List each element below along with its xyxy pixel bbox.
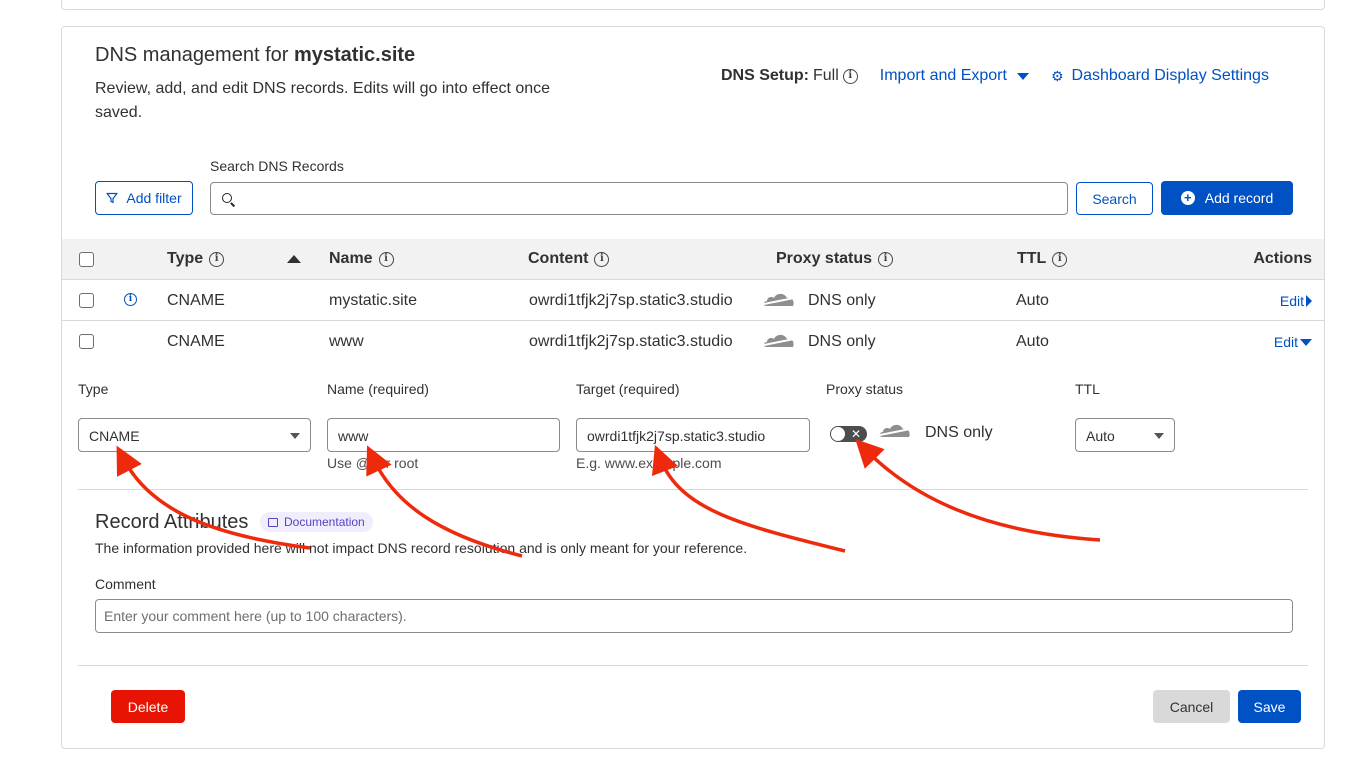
column-content[interactable]: Content i: [528, 250, 610, 268]
target-label: Target (required): [576, 381, 680, 397]
type-label: Type: [78, 381, 109, 397]
name-label: Name (required): [327, 381, 429, 397]
sort-ascending-icon[interactable]: [287, 255, 301, 263]
dns-only-cloud-icon: [763, 293, 795, 306]
chevron-down-icon: [290, 433, 300, 439]
column-proxy-status[interactable]: Proxy status i: [776, 250, 894, 268]
page-title: DNS management for mystatic.site: [95, 44, 416, 66]
info-icon[interactable]: i: [124, 293, 137, 306]
dns-only-cloud-icon: [879, 424, 911, 437]
dns-setup-status: DNS Setup: Full i: [721, 67, 858, 85]
column-name[interactable]: Name i: [329, 250, 394, 268]
dns-management-card: DNS management for mystatic.site Review,…: [61, 26, 1325, 749]
table-row[interactable]: CNAME www owrdi1tfjk2j7sp.static3.studio…: [62, 321, 1324, 362]
row-name: mystatic.site: [329, 292, 418, 309]
info-icon[interactable]: i: [842, 68, 858, 84]
record-attributes-description: The information provided here will not i…: [95, 540, 748, 556]
info-icon[interactable]: i: [1052, 251, 1068, 267]
record-attributes-title: Record Attributes: [95, 511, 249, 533]
chevron-down-icon: [1300, 338, 1312, 346]
import-export-dropdown[interactable]: Import and Export: [880, 67, 1029, 85]
row-proxy-status: DNS only: [808, 292, 876, 309]
dns-only-cloud-icon: [763, 334, 795, 347]
gear-icon: ⚙: [1050, 67, 1064, 84]
row-content: owrdi1tfjk2j7sp.static3.studio: [529, 292, 733, 309]
target-input[interactable]: owrdi1tfjk2j7sp.static3.studio: [576, 418, 810, 452]
delete-button[interactable]: Delete: [111, 690, 185, 723]
row-ttl: Auto: [1016, 333, 1049, 350]
search-dns-records-input[interactable]: [210, 182, 1068, 215]
chevron-down-icon: [1154, 433, 1164, 439]
name-input[interactable]: www: [327, 418, 560, 452]
row-name: www: [329, 333, 364, 350]
table-header: Type i Name i Content i Proxy status i T…: [62, 239, 1324, 280]
edit-record-button[interactable]: Edit: [1280, 293, 1312, 309]
previous-card: [61, 0, 1325, 10]
search-label: Search DNS Records: [210, 158, 344, 174]
ttl-label: TTL: [1075, 381, 1100, 397]
save-button[interactable]: Save: [1238, 690, 1301, 723]
info-icon[interactable]: i: [378, 251, 394, 267]
edit-record-button[interactable]: Edit: [1274, 334, 1312, 350]
select-all-checkbox[interactable]: [79, 252, 94, 267]
search-button[interactable]: Search: [1076, 182, 1153, 215]
filter-icon: [106, 192, 118, 204]
row-checkbox[interactable]: [79, 334, 94, 349]
ttl-select[interactable]: Auto: [1075, 418, 1175, 452]
row-proxy-status: DNS only: [808, 333, 876, 350]
proxy-status-toggle[interactable]: ✕: [830, 426, 867, 442]
domain-name: mystatic.site: [293, 44, 416, 66]
divider: [78, 665, 1308, 666]
proxy-status-value: DNS only: [925, 424, 993, 441]
close-icon: ✕: [850, 427, 861, 441]
chevron-right-icon: [1306, 295, 1312, 307]
search-icon: [222, 193, 232, 203]
page-subtitle: Review, add, and edit DNS records. Edits…: [95, 80, 551, 121]
header-actions: DNS Setup: Full i Import and Export ⚙ Da…: [721, 67, 1269, 85]
documentation-link[interactable]: Documentation: [260, 512, 373, 532]
info-icon[interactable]: i: [878, 251, 894, 267]
type-select[interactable]: CNAME: [78, 418, 311, 452]
column-ttl[interactable]: TTL i: [1017, 250, 1068, 268]
add-filter-button[interactable]: Add filter: [95, 181, 193, 215]
row-type: CNAME: [167, 292, 225, 309]
caret-down-icon: [1016, 72, 1029, 80]
column-type[interactable]: Type i: [167, 250, 225, 268]
info-icon[interactable]: i: [209, 251, 225, 267]
column-actions: Actions: [1253, 250, 1312, 267]
row-ttl: Auto: [1016, 292, 1049, 309]
row-checkbox[interactable]: [79, 293, 94, 308]
divider: [78, 489, 1308, 490]
table-row[interactable]: i CNAME mystatic.site owrdi1tfjk2j7sp.st…: [62, 280, 1324, 321]
comment-input[interactable]: [95, 599, 1293, 633]
add-record-button[interactable]: + Add record: [1161, 181, 1293, 215]
row-content: owrdi1tfjk2j7sp.static3.studio: [529, 333, 733, 350]
row-type: CNAME: [167, 333, 225, 350]
proxy-status-label: Proxy status: [826, 381, 904, 397]
target-hint: E.g. www.example.com: [576, 455, 722, 471]
dashboard-display-settings-link[interactable]: ⚙ Dashboard Display Settings: [1051, 67, 1269, 85]
info-icon[interactable]: i: [594, 251, 610, 267]
comment-label: Comment: [95, 576, 156, 592]
cancel-button[interactable]: Cancel: [1153, 690, 1230, 723]
name-hint: Use @ for root: [327, 455, 419, 471]
plus-circle-icon: +: [1180, 191, 1195, 205]
book-icon: [268, 517, 278, 527]
